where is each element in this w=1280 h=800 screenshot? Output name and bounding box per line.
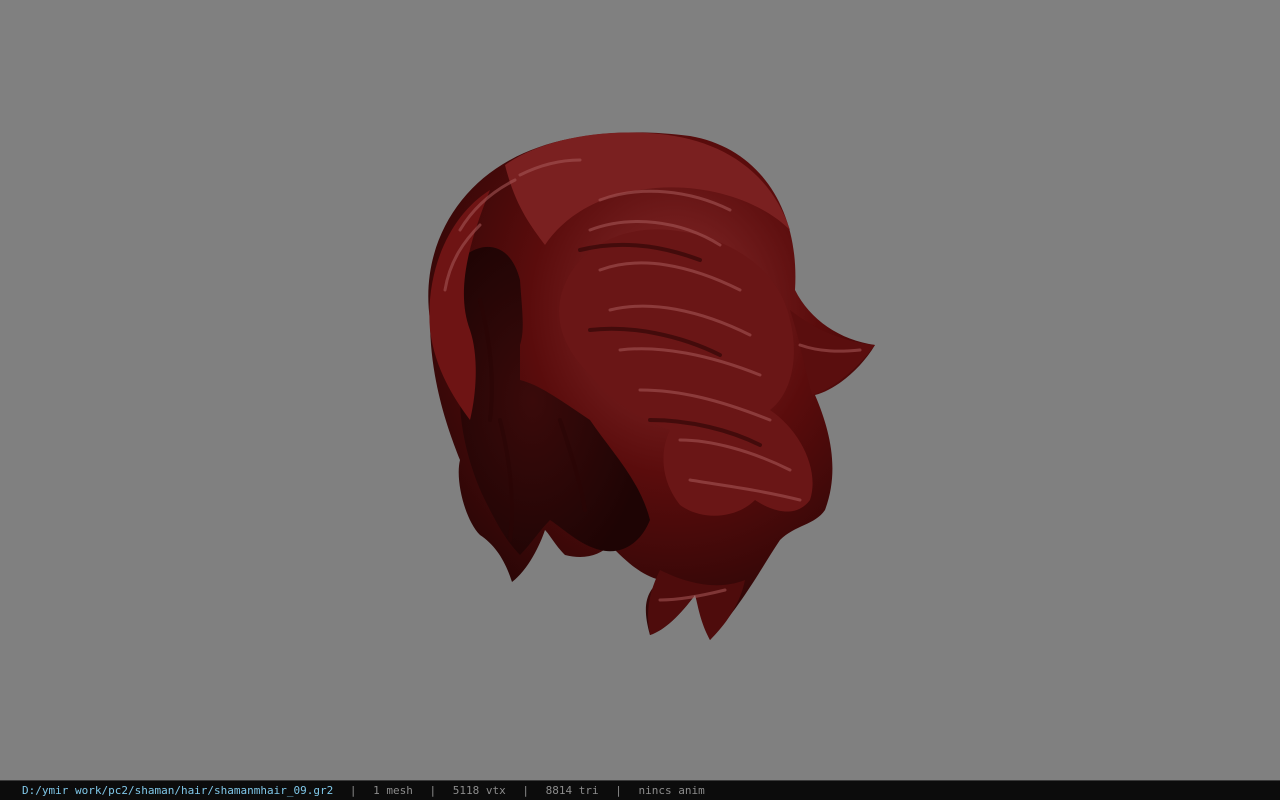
status-vertex-count: 5118 vtx [452, 784, 506, 797]
status-separator: | [615, 784, 622, 797]
status-mesh-count: 1 mesh [373, 784, 413, 797]
status-separator: | [349, 784, 357, 797]
status-separator: | [522, 784, 529, 797]
status-file-path: D:/ymir work/pc2/shaman/hair/shamanmhair… [22, 784, 334, 797]
status-bar: D:/ymir work/pc2/shaman/hair/shamanmhair… [0, 780, 1280, 800]
3d-viewport[interactable] [0, 0, 1280, 780]
status-triangle-count: 8814 tri [545, 784, 599, 797]
hair-model[interactable] [0, 0, 1280, 780]
status-separator: | [429, 784, 437, 797]
status-anim: nincs anim [638, 784, 705, 797]
